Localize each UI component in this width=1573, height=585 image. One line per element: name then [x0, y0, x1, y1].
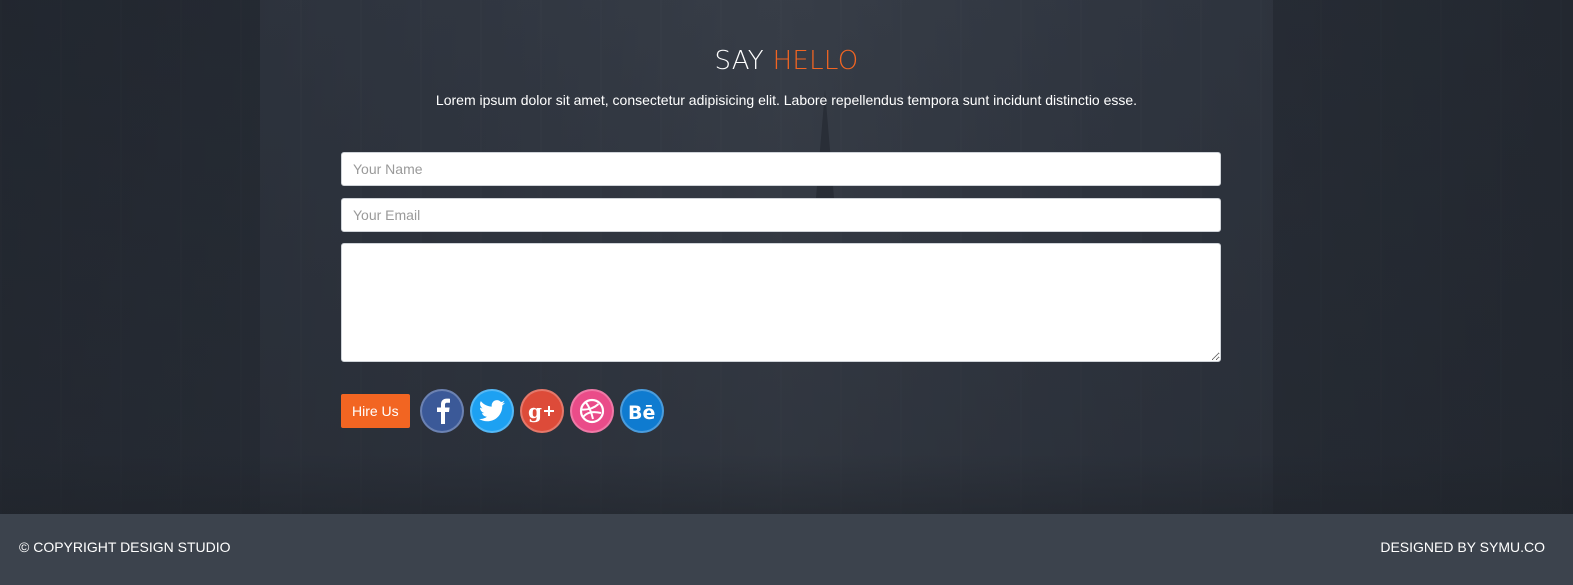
contact-actions: Hire Us g Bē	[341, 389, 670, 433]
dribbble-icon[interactable]	[569, 389, 614, 433]
designed-by-text: DESIGNED BY SYMU.CO	[1380, 539, 1545, 555]
message-textarea[interactable]	[341, 243, 1221, 362]
title-prefix: SAY	[714, 46, 764, 76]
contact-section: SAY HELLO Lorem ipsum dolor sit amet, co…	[0, 0, 1573, 514]
copyright-text: © COPYRIGHT DESIGN STUDIO	[19, 539, 231, 555]
name-input[interactable]	[341, 152, 1221, 186]
title-accent: HELLO	[772, 46, 859, 76]
facebook-icon[interactable]	[419, 389, 464, 433]
section-title: SAY HELLO	[0, 46, 1573, 76]
background-spire	[815, 90, 835, 210]
email-input[interactable]	[341, 198, 1221, 232]
hire-us-button[interactable]: Hire Us	[341, 394, 410, 428]
background-building-left	[0, 0, 260, 514]
page-footer: © COPYRIGHT DESIGN STUDIO DESIGNED BY SY…	[0, 514, 1573, 585]
section-subtitle: Lorem ipsum dolor sit amet, consectetur …	[435, 92, 1138, 108]
google-plus-icon[interactable]: g	[519, 389, 564, 433]
behance-icon[interactable]: Bē	[619, 389, 664, 433]
svg-text:g: g	[528, 399, 542, 423]
background-building-right	[1273, 0, 1573, 514]
twitter-icon[interactable]	[469, 389, 514, 433]
background-ground	[0, 454, 1573, 514]
svg-text:Bē: Bē	[628, 402, 655, 422]
